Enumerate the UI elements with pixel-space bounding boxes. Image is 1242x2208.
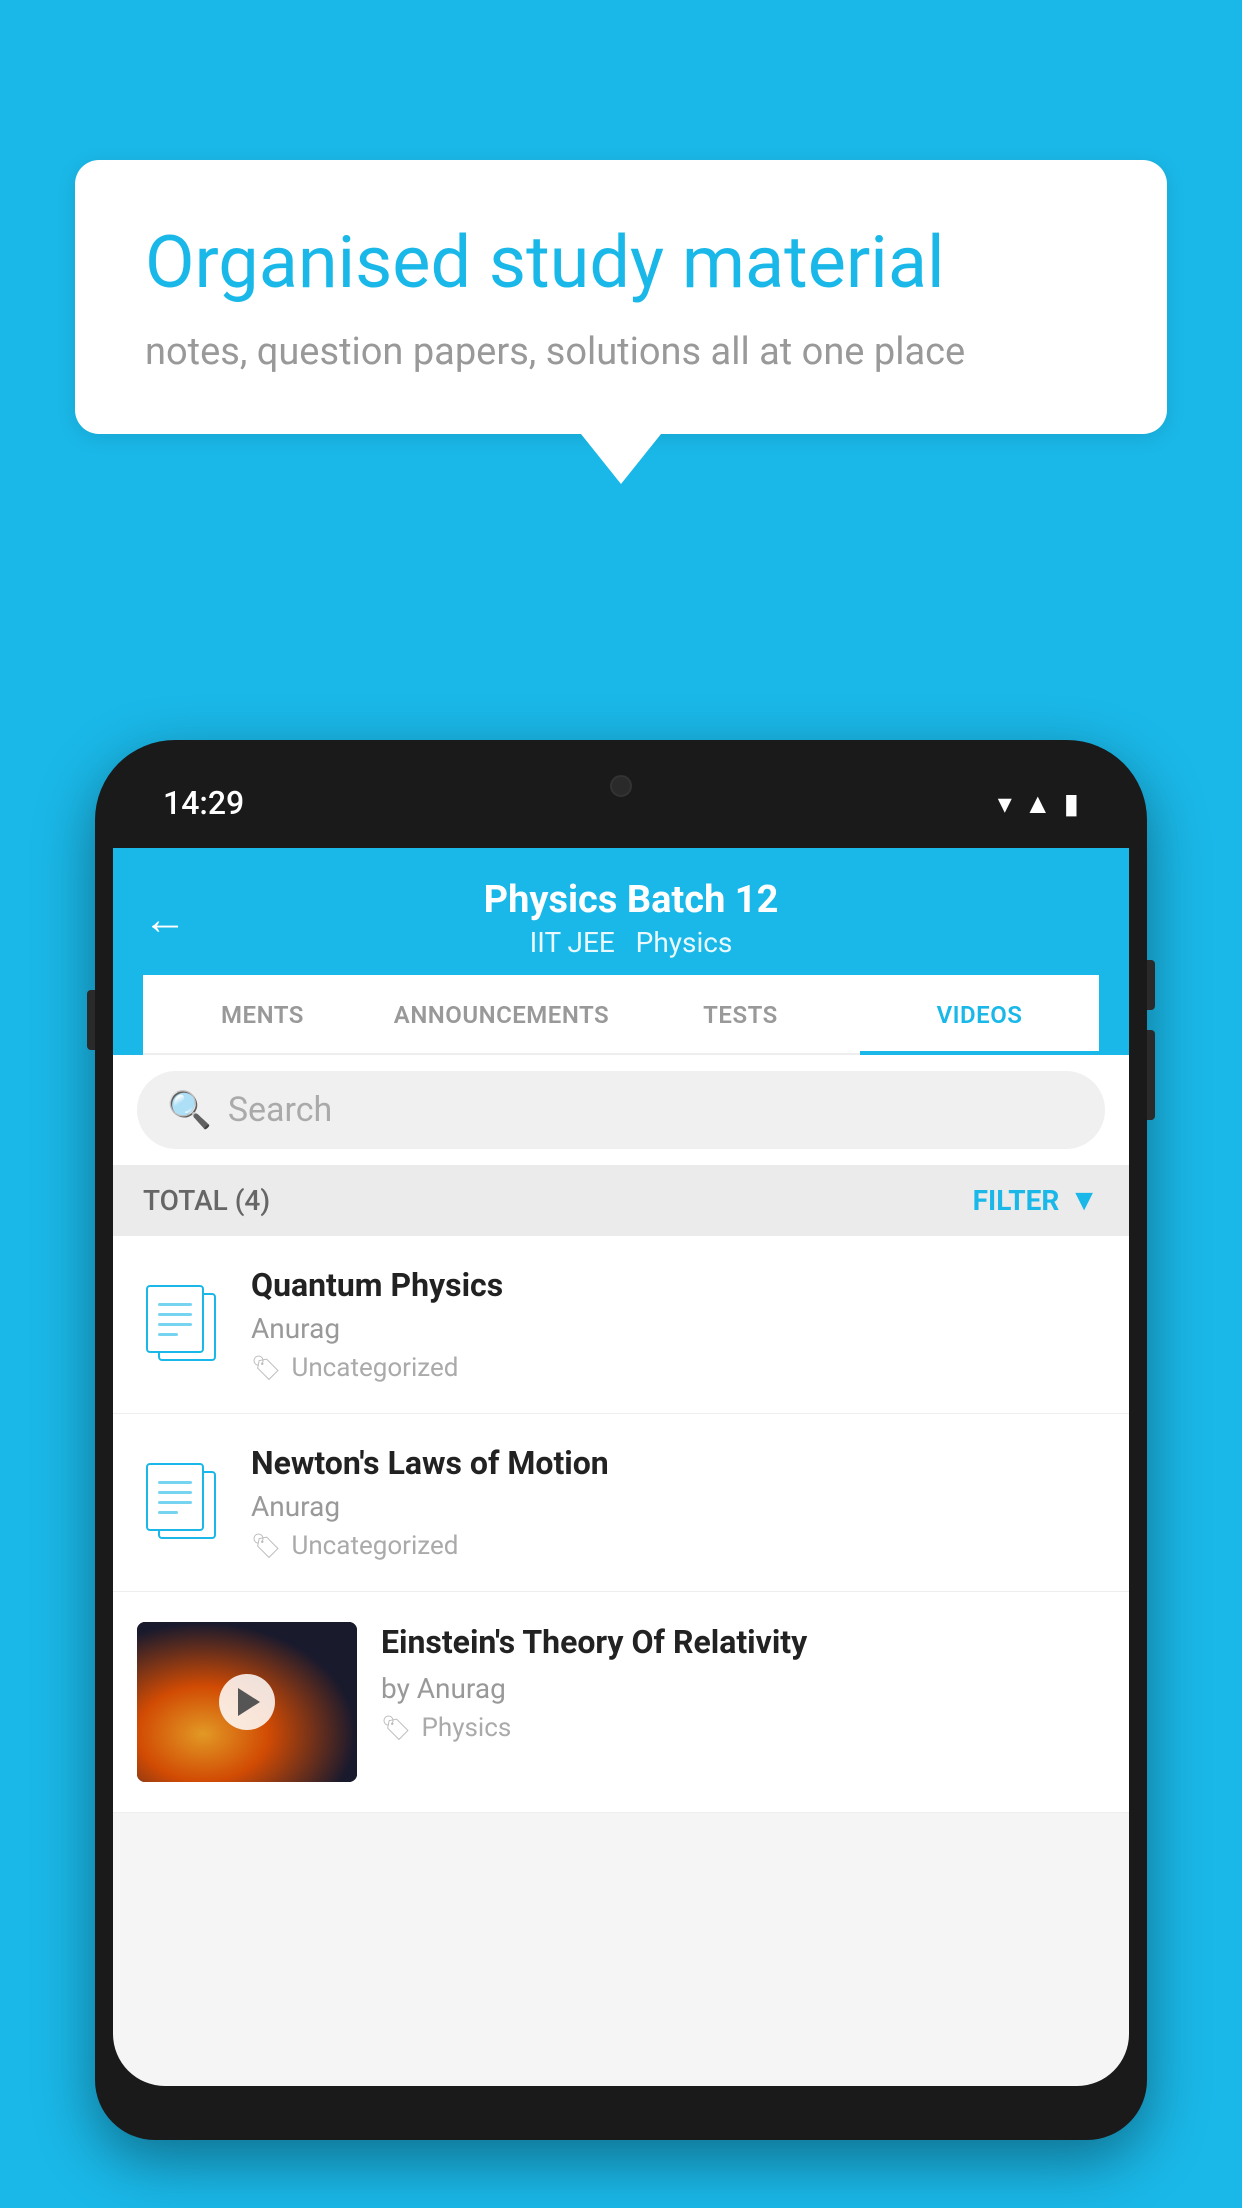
video-title: Einstein's Theory Of Relativity [381,1622,1105,1664]
front-camera [610,775,632,797]
filter-bar: TOTAL (4) FILTER ▼ [113,1165,1129,1236]
video-list: Quantum Physics Anurag 🏷 Uncategorized [113,1236,1129,1813]
document-icon [146,1463,218,1543]
doc-page-front [146,1285,204,1353]
play-button[interactable] [219,1674,275,1730]
tabs-bar: MENTS ANNOUNCEMENTS TESTS VIDEOS [143,975,1099,1055]
tab-announcements[interactable]: ANNOUNCEMENTS [382,975,621,1055]
wifi-icon: ▾ [998,787,1012,820]
video-info: Einstein's Theory Of Relativity by Anura… [381,1622,1105,1743]
search-input[interactable]: Search [228,1090,332,1130]
video-tag: 🏷 Uncategorized [251,1353,1105,1383]
doc-line [158,1333,178,1336]
batch-title: Physics Batch 12 [207,878,1055,922]
doc-page-front [146,1463,204,1531]
video-item[interactable]: Newton's Laws of Motion Anurag 🏷 Uncateg… [113,1414,1129,1592]
volume-button-right [1147,1030,1155,1120]
battery-icon: ▮ [1064,787,1079,820]
header-title-block: Physics Batch 12 IIT JEE Physics [207,878,1055,959]
doc-line [158,1511,178,1514]
total-count: TOTAL (4) [143,1184,270,1217]
subtitle-physics: Physics [636,926,733,959]
filter-button[interactable]: FILTER ▼ [973,1183,1099,1218]
video-title: Quantum Physics [251,1266,1105,1304]
tag-icon: 🏷 [251,1532,281,1560]
video-item[interactable]: Quantum Physics Anurag 🏷 Uncategorized [113,1236,1129,1414]
tab-tests[interactable]: TESTS [621,975,860,1055]
play-icon [238,1688,260,1716]
tab-videos[interactable]: VIDEOS [860,975,1099,1055]
phone-screen: ← Physics Batch 12 IIT JEE Physics MENTS [113,848,1129,2086]
app-header: ← Physics Batch 12 IIT JEE Physics MENTS [113,848,1129,1055]
video-tag: 🏷 Uncategorized [251,1531,1105,1561]
doc-lines [158,1481,192,1521]
tag-label: Uncategorized [291,1531,458,1561]
doc-line [158,1313,192,1316]
speech-bubble-card: Organised study material notes, question… [75,160,1167,434]
tag-icon: 🏷 [381,1714,411,1742]
power-button [1147,960,1155,1010]
video-thumb-area [137,1463,227,1543]
video-thumb-area [137,1285,227,1365]
volume-button [87,990,95,1050]
video-author: Anurag [251,1312,1105,1345]
video-title: Newton's Laws of Motion [251,1444,1105,1482]
search-bar[interactable]: 🔍 Search [137,1071,1105,1149]
video-thumbnail [137,1622,357,1782]
doc-line [158,1491,192,1494]
video-tag: 🏷 Physics [381,1713,1105,1743]
subtitle-iitjee: IIT JEE [530,926,615,959]
phone-notch [541,758,701,813]
speech-bubble-section: Organised study material notes, question… [75,160,1167,484]
video-author: by Anurag [381,1672,1105,1705]
phone-mockup: 14:29 ▾ ▲ ▮ ← Physics Batch 12 [95,740,1147,2208]
speech-bubble-arrow [581,434,661,484]
video-author: Anurag [251,1490,1105,1523]
doc-lines [158,1303,192,1343]
doc-line [158,1501,192,1504]
app-header-top: ← Physics Batch 12 IIT JEE Physics [143,868,1099,975]
status-icons: ▾ ▲ ▮ [998,787,1079,820]
video-info: Quantum Physics Anurag 🏷 Uncategorized [251,1266,1105,1383]
search-icon: 🔍 [167,1089,212,1131]
doc-line [158,1323,192,1326]
tab-ments[interactable]: MENTS [143,975,382,1055]
speech-bubble-title: Organised study material [145,220,1097,306]
speech-bubble-subtitle: notes, question papers, solutions all at… [145,330,1097,374]
search-bar-container: 🔍 Search [113,1055,1129,1165]
batch-subtitle: IIT JEE Physics [207,926,1055,959]
video-info: Newton's Laws of Motion Anurag 🏷 Uncateg… [251,1444,1105,1561]
filter-label: FILTER [973,1184,1060,1217]
doc-line [158,1481,192,1484]
doc-line [158,1303,192,1306]
status-time: 14:29 [163,784,244,822]
back-button[interactable]: ← [143,893,187,945]
video-item-einstein[interactable]: Einstein's Theory Of Relativity by Anura… [113,1592,1129,1813]
tag-label: Uncategorized [291,1353,458,1383]
tag-icon: 🏷 [251,1354,281,1382]
document-icon [146,1285,218,1365]
tag-label: Physics [421,1713,511,1743]
status-bar: 14:29 ▾ ▲ ▮ [113,758,1129,848]
phone-body: 14:29 ▾ ▲ ▮ ← Physics Batch 12 [95,740,1147,2140]
filter-icon: ▼ [1069,1183,1099,1218]
signal-icon: ▲ [1024,787,1052,820]
